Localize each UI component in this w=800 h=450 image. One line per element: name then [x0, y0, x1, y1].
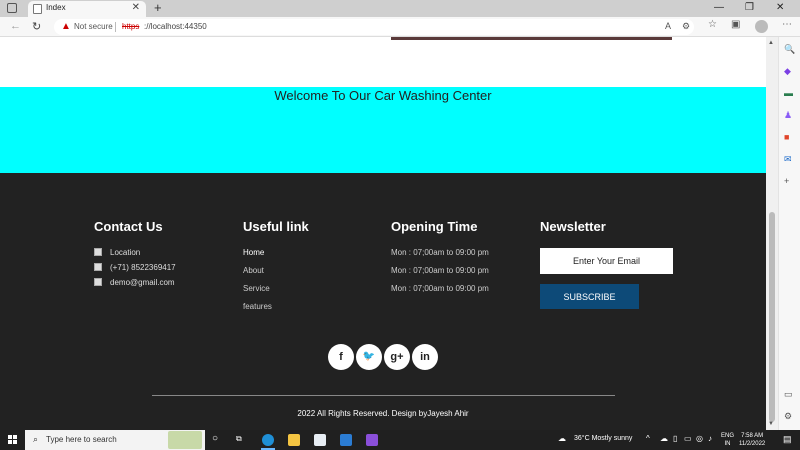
page-icon: [33, 4, 42, 14]
search-placeholder: Type here to search: [46, 435, 117, 444]
search-icon[interactable]: 🔍: [784, 44, 795, 55]
search-highlight-image: [168, 431, 202, 449]
visual-studio-icon[interactable]: [366, 434, 378, 446]
show-hidden-icons[interactable]: ^: [646, 434, 650, 443]
welcome-section: Welcome To Our Car Washing Center: [0, 87, 766, 173]
profile-icon[interactable]: [755, 20, 768, 33]
mail-icon[interactable]: [340, 434, 352, 446]
task-view-icon[interactable]: ⧉: [236, 434, 242, 444]
links-heading: Useful link: [243, 219, 309, 234]
subscribe-button[interactable]: SUBSCRIBE: [540, 284, 639, 309]
hours-row: Mon : 07;00am to 09:00 pm: [391, 266, 489, 275]
newsletter-column: Newsletter SUBSCRIBE: [540, 219, 673, 309]
twitter-icon[interactable]: 🐦: [356, 344, 382, 370]
weather-icon[interactable]: ☁: [558, 434, 566, 443]
collections-icon[interactable]: ▣: [731, 19, 740, 30]
footer: Contact Us Location (+71) 8522369417 dem…: [0, 173, 766, 430]
back-icon[interactable]: ←: [10, 20, 21, 32]
page-viewport: Welcome To Our Car Washing Center Contac…: [0, 37, 766, 430]
usb-icon[interactable]: ▯: [673, 434, 677, 443]
newsletter-heading: Newsletter: [540, 219, 606, 234]
email-icon: [94, 278, 102, 286]
contact-phone: (+71) 8522369417: [94, 263, 176, 278]
hours-heading: Opening Time: [391, 219, 478, 234]
onedrive-icon[interactable]: ☁: [660, 434, 668, 443]
link-about[interactable]: About: [243, 266, 309, 284]
notifications-icon[interactable]: ▤: [783, 434, 792, 445]
new-tab-button[interactable]: +: [154, 0, 162, 15]
warning-icon: ▲: [61, 21, 71, 32]
contact-column: Contact Us Location (+71) 8522369417 dem…: [94, 219, 176, 293]
contact-location: Location: [94, 248, 176, 263]
hours-row: Mon : 07;00am to 09:00 pm: [391, 248, 489, 257]
file-explorer-icon[interactable]: [288, 434, 300, 446]
scroll-up-icon[interactable]: ▲: [768, 40, 774, 46]
scroll-down-icon[interactable]: ▼: [768, 421, 774, 427]
store-icon[interactable]: [314, 434, 326, 446]
tab-actions-icon[interactable]: [7, 3, 17, 13]
footer-divider: [152, 395, 615, 396]
link-service[interactable]: Service: [243, 284, 309, 302]
more-icon[interactable]: ⋯: [782, 19, 792, 30]
link-home[interactable]: Home: [243, 248, 309, 266]
welcome-heading: Welcome To Our Car Washing Center: [274, 88, 492, 103]
edge-taskbar-icon[interactable]: [262, 434, 274, 446]
edge-sidebar: 🔍 ◆ ▬ ♟ ■ ✉ + ▭ ⚙: [778, 37, 800, 430]
windows-taskbar: ⌕ Type here to search ○ ⧉ ☁ 36°C Mostly …: [0, 430, 800, 450]
volume-icon[interactable]: ♪: [708, 434, 712, 443]
phone-icon: [94, 263, 102, 271]
minimize-icon[interactable]: —: [714, 2, 724, 13]
favorites-icon[interactable]: ☆: [708, 19, 717, 30]
hero-image: [391, 37, 672, 40]
email-input[interactable]: [540, 248, 673, 274]
google-plus-icon[interactable]: g+: [384, 344, 410, 370]
copyright-text: 2022 All Rights Reserved. Design byJayes…: [297, 409, 469, 418]
tools-icon[interactable]: ▬: [784, 88, 793, 98]
cortana-icon[interactable]: ○: [212, 433, 218, 444]
page-scrollbar[interactable]: ▲ ▼: [766, 37, 778, 430]
hours-row: Mon : 07;00am to 09:00 pm: [391, 284, 489, 293]
facebook-icon[interactable]: f: [328, 344, 354, 370]
restore-icon[interactable]: ❐: [745, 2, 754, 13]
tab-bar: Index ✕ + — ❐ ✕: [0, 0, 800, 17]
read-aloud-icon[interactable]: A: [665, 21, 671, 31]
location-icon: [94, 248, 102, 256]
contact-email: demo@gmail.com: [94, 278, 176, 293]
taskbar-search[interactable]: ⌕ Type here to search: [25, 430, 205, 450]
hours-column: Opening Time Mon : 07;00am to 09:00 pm M…: [391, 219, 489, 302]
split-screen-icon[interactable]: ▭: [784, 389, 793, 400]
address-separator: [115, 22, 116, 32]
links-column: Useful link Home About Service features: [243, 219, 309, 320]
shopping-icon[interactable]: ◆: [784, 66, 791, 77]
outlook-icon[interactable]: ✉: [784, 154, 792, 165]
tab-index[interactable]: Index ✕: [28, 1, 146, 17]
tracking-icon[interactable]: ⚙: [682, 21, 690, 32]
browser-window: Index ✕ + — ❐ ✕ ← ↻ ▲ Not secure https :…: [0, 0, 800, 430]
games-icon[interactable]: ♟: [784, 110, 792, 121]
language-indicator[interactable]: ENG IN: [721, 432, 734, 448]
url-text: ://localhost:44350: [144, 22, 207, 31]
scrollbar-thumb[interactable]: [769, 212, 775, 422]
linkedin-icon[interactable]: in: [412, 344, 438, 370]
tab-close-icon[interactable]: ✕: [132, 2, 140, 13]
office-icon[interactable]: ■: [784, 132, 789, 142]
url-scheme: https: [122, 22, 140, 31]
battery-icon[interactable]: ▭: [684, 434, 692, 443]
contact-heading: Contact Us: [94, 219, 163, 234]
network-icon[interactable]: ◎: [696, 434, 703, 443]
link-features[interactable]: features: [243, 302, 309, 320]
refresh-icon[interactable]: ↻: [32, 20, 41, 33]
security-label[interactable]: Not secure: [74, 22, 113, 31]
browser-toolbar: ← ↻ ▲ Not secure https ://localhost:4435…: [0, 17, 800, 37]
clock[interactable]: 7:58 AM 11/2/2022: [739, 432, 765, 448]
settings-icon[interactable]: ⚙: [784, 411, 792, 422]
address-bar[interactable]: ▲ Not secure https ://localhost:44350 A …: [54, 19, 694, 35]
close-window-icon[interactable]: ✕: [776, 2, 784, 13]
start-icon[interactable]: [8, 435, 18, 445]
search-icon: ⌕: [33, 434, 39, 444]
weather-text[interactable]: 36°C Mostly sunny: [574, 435, 632, 442]
tab-title: Index: [46, 3, 66, 12]
add-icon[interactable]: +: [784, 176, 789, 186]
